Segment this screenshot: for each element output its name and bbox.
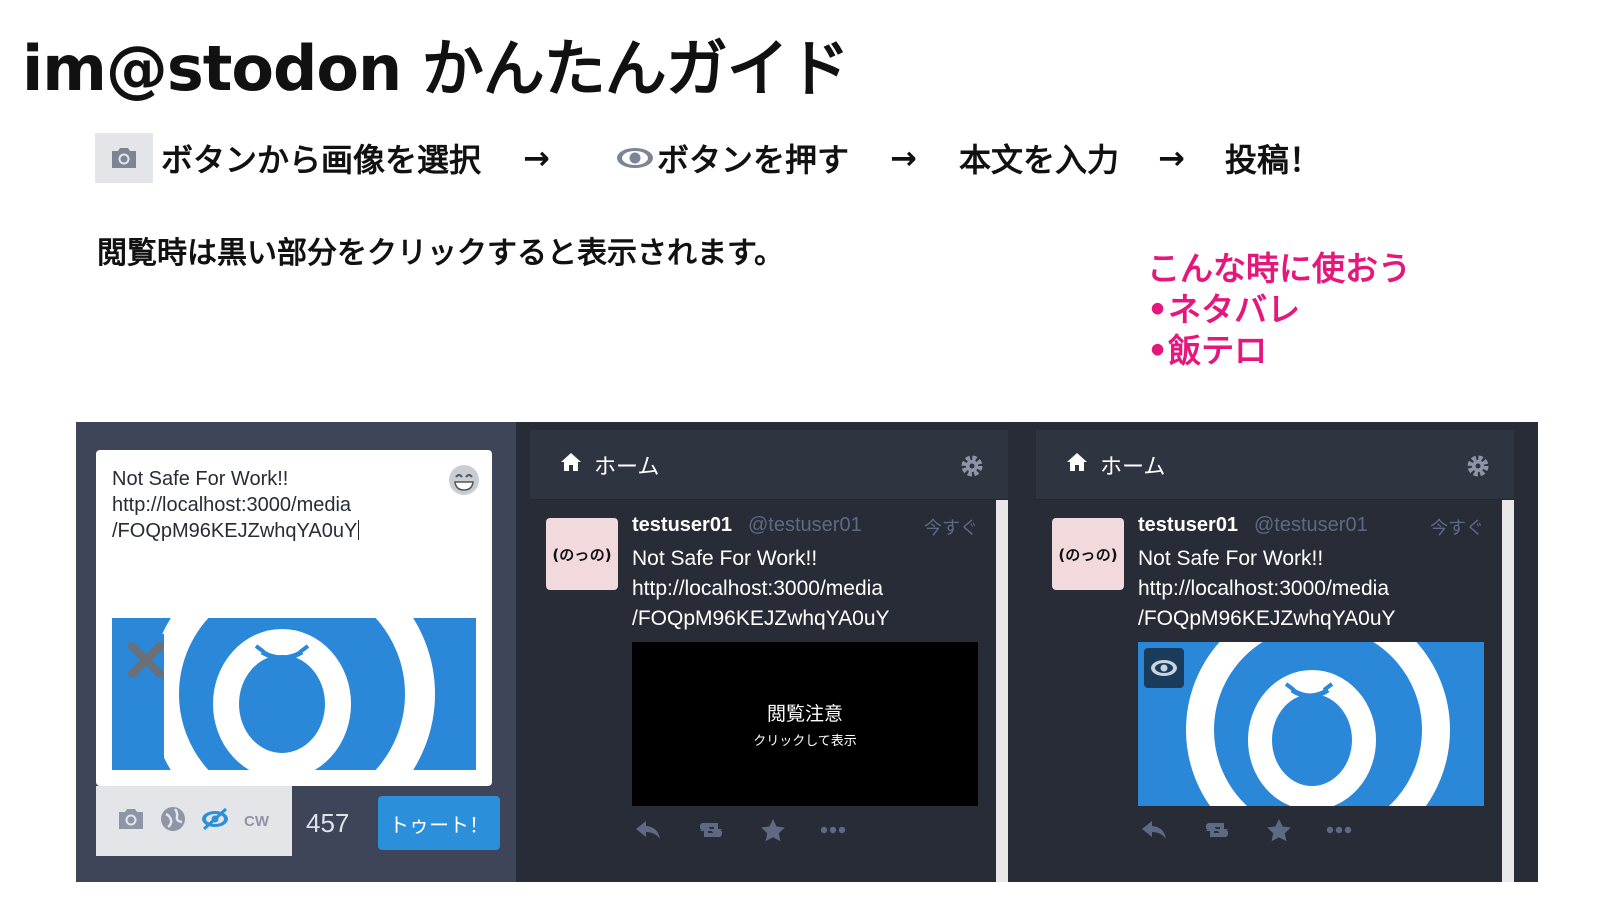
reply-icon[interactable]: [634, 819, 662, 841]
boost-icon[interactable]: [1202, 819, 1232, 841]
favourite-icon[interactable]: [760, 818, 786, 842]
sensitive-media-spoiler[interactable]: 閲覧注意 クリックして表示: [632, 642, 978, 806]
eye-icon[interactable]: [1144, 648, 1184, 688]
step-post-text: 投稿！: [1225, 141, 1322, 179]
display-name[interactable]: testuser01: [632, 514, 732, 537]
gear-icon[interactable]: [1466, 454, 1490, 484]
home-icon: [560, 452, 582, 478]
globe-icon[interactable]: [160, 806, 186, 836]
camera-icon: [95, 133, 153, 183]
boost-icon[interactable]: [696, 819, 726, 841]
camera-icon[interactable]: [116, 806, 146, 836]
usage-callout: こんな時に使おう •ネタバレ •飯テロ: [1147, 248, 1411, 371]
step-press: ボタンを押す: [615, 133, 849, 183]
compose-textarea[interactable]: Not Safe For Work!! http://localhost:300…: [112, 466, 442, 544]
mastodon-screenshot: Not Safe For Work!! http://localhost:300…: [76, 422, 1538, 882]
step-body-text: 本文を入力: [959, 141, 1120, 179]
eye-slash-icon[interactable]: [200, 807, 230, 835]
status-actions: [1140, 818, 1352, 842]
compose-text-value: Not Safe For Work!! http://localhost:300…: [112, 468, 358, 542]
more-icon[interactable]: [820, 826, 846, 834]
toot-button[interactable]: トゥート！: [378, 796, 500, 850]
callout-item: •ネタバレ: [1147, 290, 1301, 329]
remove-media-icon[interactable]: [126, 640, 166, 684]
emoji-icon[interactable]: [448, 464, 480, 496]
callout-item: •飯テロ: [1147, 331, 1268, 370]
column-title: ホーム: [594, 454, 660, 480]
favourite-icon[interactable]: [1266, 818, 1292, 842]
step-arrow: →: [1158, 139, 1185, 177]
status-content: Not Safe For Work!! http://localhost:300…: [1138, 547, 1396, 630]
scrollbar[interactable]: [996, 500, 1008, 882]
page-title: im@stodon かんたんガイド: [22, 32, 850, 105]
column-header[interactable]: ホーム: [530, 430, 1008, 500]
step-press-text: ボタンを押す: [657, 141, 850, 179]
steps-row: ボタンから画像を選択 → ボタンを押す → 本文を入力 → 投稿！: [95, 133, 1395, 183]
gear-icon[interactable]: [960, 454, 984, 484]
character-counter: 457: [306, 807, 350, 838]
account-handle[interactable]: @testuser01: [748, 514, 862, 537]
sensitive-hint: クリックして表示: [753, 734, 857, 749]
compose-form[interactable]: Not Safe For Work!! http://localhost:300…: [96, 450, 492, 786]
reply-icon[interactable]: [1140, 819, 1168, 841]
view-note: 閲覧時は黒い部分をクリックすると表示されます。: [97, 236, 784, 271]
column-header[interactable]: ホーム: [1036, 430, 1514, 500]
media-image[interactable]: [1138, 642, 1484, 806]
home-column-shown-media: ホーム (のっの) testuser01 @testuser01 今すぐ Not…: [1036, 422, 1514, 882]
status-item[interactable]: (のっの) testuser01 @testuser01 今すぐ Not Saf…: [1036, 500, 1502, 882]
status-content: Not Safe For Work!! http://localhost:300…: [632, 547, 890, 630]
status-timestamp[interactable]: 今すぐ: [924, 514, 978, 540]
step-select-text: ボタンから画像を選択: [161, 141, 482, 179]
status-item[interactable]: (のっの) testuser01 @testuser01 今すぐ Not Saf…: [530, 500, 996, 882]
column-title: ホーム: [1100, 454, 1166, 480]
step-arrow: →: [523, 139, 550, 177]
avatar[interactable]: (のっの): [1052, 518, 1124, 590]
home-icon: [1066, 452, 1088, 478]
display-name[interactable]: testuser01: [1138, 514, 1238, 537]
step-arrow: →: [890, 139, 917, 177]
avatar[interactable]: (のっの): [546, 518, 618, 590]
cw-toggle[interactable]: CW: [244, 813, 269, 830]
text-caret: [358, 520, 360, 540]
callout-heading: こんな時に使おう: [1147, 249, 1411, 288]
status-timestamp[interactable]: 今すぐ: [1430, 514, 1484, 540]
home-column-hidden-media: ホーム (のっの) testuser01 @testuser01 今すぐ Not…: [530, 422, 1008, 882]
scrollbar[interactable]: [1502, 500, 1514, 882]
eye-icon: [615, 145, 655, 171]
media-attachment-thumbnail: [112, 618, 476, 770]
status-actions: [634, 818, 846, 842]
compose-toolbar: CW: [96, 786, 292, 856]
more-icon[interactable]: [1326, 826, 1352, 834]
compose-column: Not Safe For Work!! http://localhost:300…: [76, 422, 516, 882]
sensitive-warning: 閲覧注意: [766, 703, 843, 725]
account-handle[interactable]: @testuser01: [1254, 514, 1368, 537]
